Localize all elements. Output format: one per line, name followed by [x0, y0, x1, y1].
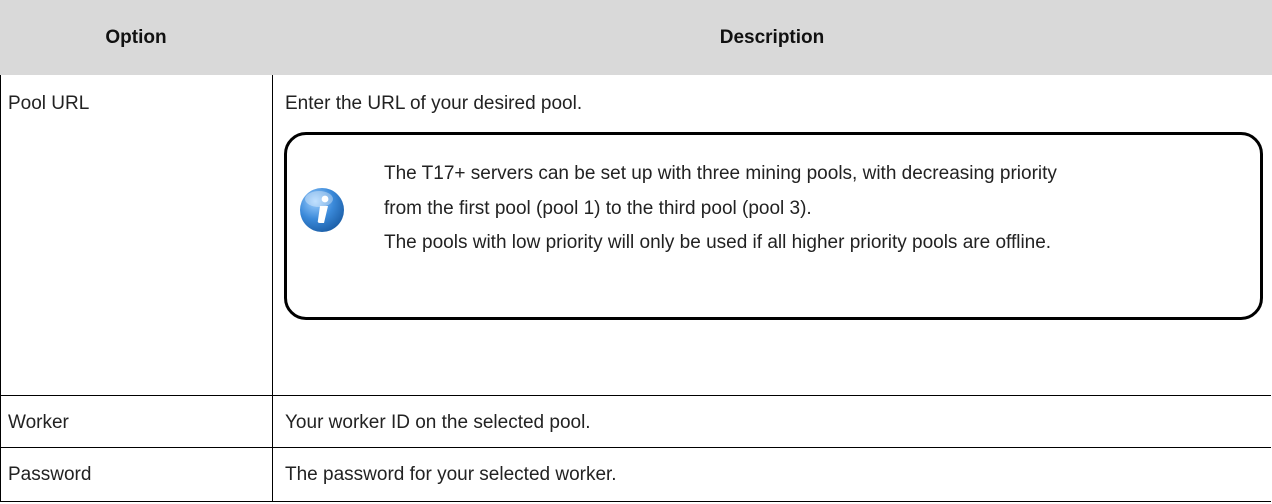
options-table: Option Description Pool URL Enter the UR…	[0, 0, 1272, 502]
table-header: Option Description	[0, 0, 1272, 75]
left-border	[0, 75, 1, 502]
note-line-2: from the first pool (pool 1) to the thir…	[384, 198, 812, 219]
table-row-worker-description: Your worker ID on the selected pool.	[285, 412, 591, 433]
table-row-password-option: Password	[8, 464, 92, 485]
row-divider-2	[0, 447, 1271, 448]
table-row-password-description: The password for your selected worker.	[285, 464, 617, 485]
row-divider-1	[0, 395, 1271, 396]
note-line-3: The pools with low priority will only be…	[384, 232, 1052, 253]
table-row-pool-url-option: Pool URL	[8, 93, 90, 114]
table-row-pool-url-description: Enter the URL of your desired pool.	[285, 93, 583, 114]
bottom-border	[0, 501, 1271, 502]
info-icon	[300, 188, 344, 232]
table-row-worker-option: Worker	[8, 412, 69, 433]
header-option: Option	[105, 27, 167, 48]
note-line-1: The T17+ servers can be set up with thre…	[384, 163, 1057, 184]
header-description: Description	[719, 27, 825, 48]
column-divider	[272, 75, 273, 502]
info-note-box: The T17+ servers can be set up with thre…	[284, 132, 1263, 320]
